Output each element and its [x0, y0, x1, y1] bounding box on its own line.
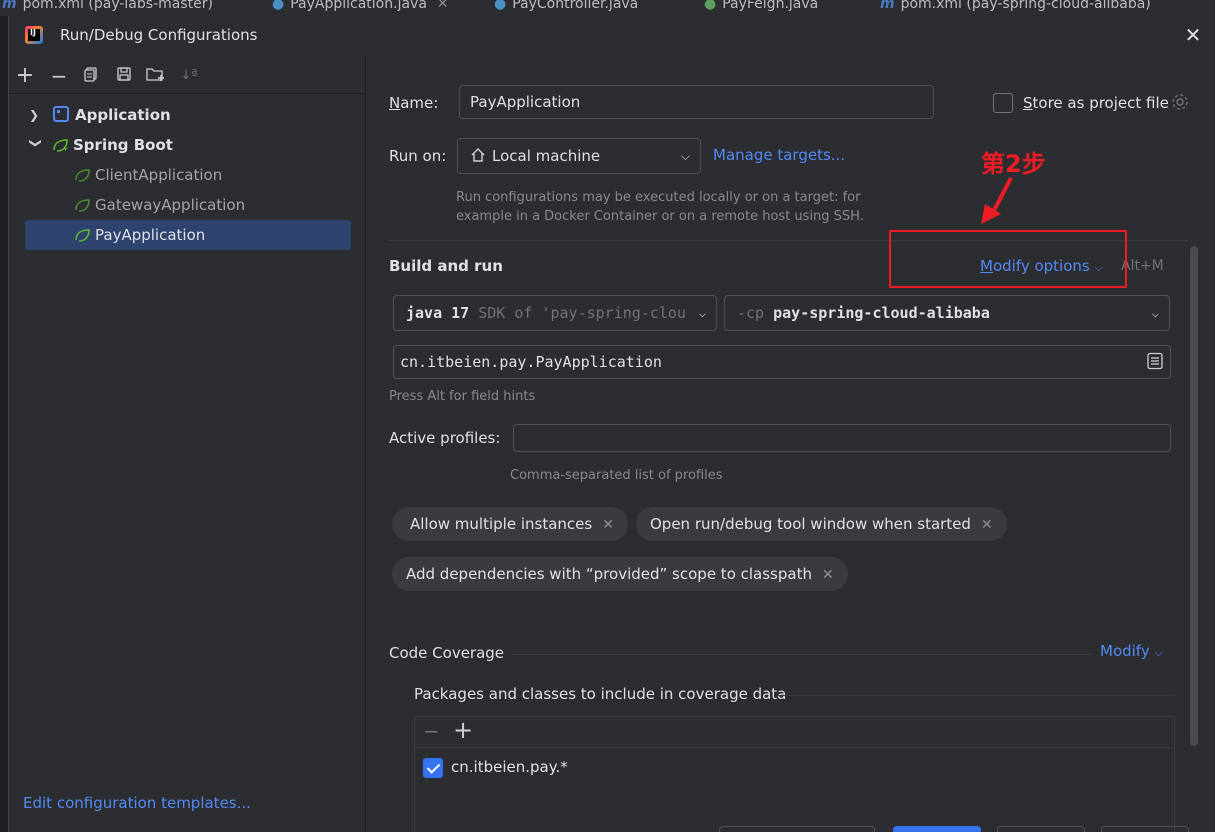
coverage-modify-link[interactable]: Modify ⌵ [1100, 642, 1163, 660]
store-as-project-file-label: Store as project file [1023, 94, 1169, 112]
store-as-project-file-checkbox[interactable] [993, 93, 1013, 113]
tree-item-label: Spring Boot [73, 136, 173, 154]
tree-item-spring-boot[interactable]: ❯ Spring Boot [25, 130, 355, 160]
annotation-arrow-icon [981, 177, 1013, 224]
sort-icon[interactable]: ↓ª [179, 66, 199, 86]
maven-icon: m [2, 0, 17, 12]
chip-allow-multiple-instances[interactable]: Allow multiple instances ✕ [392, 507, 628, 541]
save-icon[interactable] [114, 66, 134, 86]
code-coverage-label: Code Coverage [389, 644, 505, 662]
dialog-titlebar: IJ Run/Debug Configurations ✕ [9, 16, 1215, 56]
chip-add-provided-dependencies[interactable]: Add dependencies with “provided” scope t… [392, 557, 848, 591]
main-class-input[interactable]: cn.itbeien.pay.PayApplication [393, 345, 1171, 379]
spring-boot-icon [75, 199, 90, 212]
new-folder-icon[interactable] [146, 66, 166, 86]
annotation-highlight-box [889, 230, 1127, 288]
application-icon [53, 106, 69, 122]
maven-icon: m [880, 0, 895, 12]
chevron-down-icon[interactable]: ❯ [21, 138, 51, 152]
packages-label: Packages and classes to include in cover… [414, 685, 787, 703]
remove-chip-icon[interactable]: ✕ [602, 517, 614, 533]
field-hints-text: Press Alt for field hints [389, 389, 536, 404]
apply-button[interactable] [1101, 826, 1189, 832]
tree-item-label: ClientApplication [95, 166, 223, 184]
ok-button[interactable] [893, 826, 981, 832]
copy-icon[interactable] [81, 66, 101, 86]
close-tab-icon[interactable]: ✕ [437, 0, 449, 12]
edit-configuration-templates-link[interactable]: Edit configuration templates... [23, 794, 251, 812]
build-and-run-title: Build and run [389, 257, 503, 275]
scrollbar[interactable] [1190, 246, 1198, 746]
tree-item-application[interactable]: ❯ Application [25, 100, 355, 130]
remove-chip-icon[interactable]: ✕ [981, 517, 993, 533]
section-divider [777, 695, 1175, 696]
spring-boot-icon [75, 169, 90, 182]
chevron-down-icon: ⌵ [680, 149, 690, 163]
tree-item-label: GatewayApplication [95, 196, 246, 214]
browse-main-class-icon[interactable] [1146, 352, 1164, 370]
tree-item-pay-application[interactable]: PayApplication [25, 220, 351, 250]
chevron-down-icon: ⌵ [1154, 646, 1163, 659]
chevron-down-icon: ⌵ [1151, 306, 1159, 320]
editor-tab[interactable]: ● PayFeign.java [704, 0, 818, 12]
spring-boot-icon [75, 229, 90, 242]
run-on-select[interactable]: Local machine ⌵ [457, 138, 701, 174]
manage-targets-link[interactable]: Manage targets... [713, 146, 845, 164]
editor-tab[interactable]: ● PayApplication.java ✕ [272, 0, 449, 12]
chip-open-run-debug-tool-window[interactable]: Open run/debug tool window when started ✕ [636, 507, 1007, 541]
add-icon[interactable]: + [453, 716, 473, 744]
editor-tab[interactable]: m pom.xml (pay-spring-cloud-alibaba) [880, 0, 1151, 12]
modify-options-shortcut: Alt+M [1121, 258, 1164, 274]
editor-tab[interactable]: m pom.xml (pay-labs-master) [2, 0, 213, 12]
run-on-hint-line-1: Run configurations may be executed local… [456, 190, 861, 205]
tree-item-client-application[interactable]: ClientApplication [25, 160, 355, 190]
classpath-module-select[interactable]: -cp pay-spring-cloud-alibaba ⌵ [724, 295, 1170, 331]
active-profiles-input[interactable] [513, 424, 1171, 452]
section-divider [511, 654, 1091, 655]
name-input[interactable]: PayApplication [459, 85, 934, 119]
gear-icon[interactable] [1170, 92, 1190, 112]
chevron-right-icon[interactable]: ❯ [29, 100, 43, 130]
tree-item-label: PayApplication [95, 226, 206, 244]
run-on-label: Run on: [389, 147, 447, 165]
spring-boot-icon [53, 139, 68, 152]
chevron-down-icon: ⌵ [694, 296, 706, 330]
editor-tab-strip: m pom.xml (pay-labs-master) ● PayApplicati… [0, 0, 1215, 16]
coverage-packages-list: − + cn.itbeien.pay.* [414, 716, 1175, 832]
editor-tab[interactable]: ● PayController.java [494, 0, 638, 12]
home-icon [471, 148, 485, 162]
dialog-title: Run/Debug Configurations [60, 26, 258, 44]
java-class-icon: ● [272, 0, 285, 12]
jdk-select[interactable]: java 17 SDK of 'pay-spring-clou ⌵ [393, 295, 717, 331]
configurations-toolbar: + − ↓ª [9, 56, 365, 94]
close-icon[interactable]: ✕ [1183, 25, 1203, 46]
profiles-hint: Comma-separated list of profiles [510, 468, 723, 483]
coverage-list-toolbar: − + [415, 716, 1174, 748]
configuration-editor: Name: PayApplication Store as project fi… [367, 56, 1215, 832]
java-interface-icon: ● [704, 0, 717, 12]
bottom-button[interactable] [719, 826, 875, 832]
name-label: Name: [389, 94, 439, 112]
package-pattern[interactable]: cn.itbeien.pay.* [451, 758, 568, 776]
active-profiles-label: Active profiles: [389, 429, 501, 447]
package-include-checkbox[interactable] [423, 758, 443, 778]
intellij-logo-icon: IJ [25, 26, 43, 44]
tree-item-gateway-application[interactable]: GatewayApplication [25, 190, 355, 220]
run-debug-dialog: IJ Run/Debug Configurations ✕ + − ↓ª ❯ A… [8, 16, 1215, 832]
java-class-icon: ● [494, 0, 507, 12]
run-on-hint-line-2: example in a Docker Container or on a re… [456, 209, 864, 224]
remove-icon[interactable]: − [423, 719, 440, 743]
add-icon[interactable]: + [15, 65, 35, 87]
configurations-panel: + − ↓ª ❯ Application ❯ Spring Boot Clien… [9, 56, 366, 832]
cancel-button[interactable] [997, 826, 1085, 832]
remove-icon[interactable]: − [49, 66, 69, 86]
tree-item-label: Application [75, 106, 171, 124]
remove-chip-icon[interactable]: ✕ [822, 567, 834, 583]
